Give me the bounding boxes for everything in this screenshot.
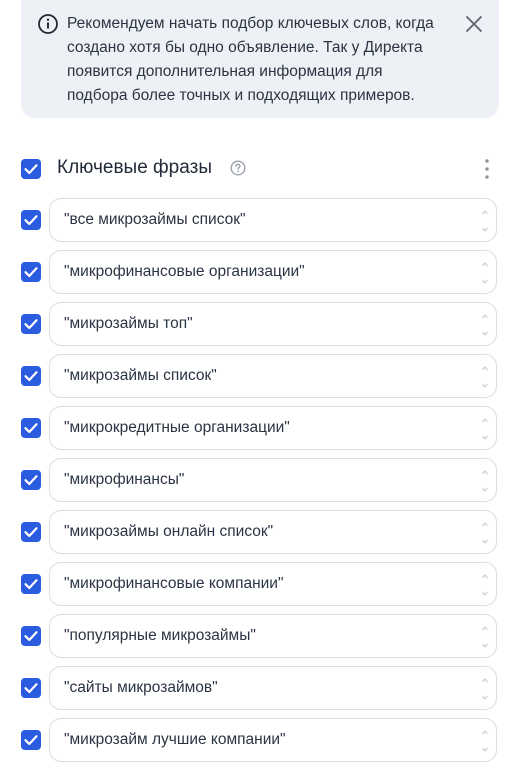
keywords-section-header: Ключевые фразы: [21, 156, 499, 182]
resize-arrows-icon[interactable]: [480, 674, 490, 704]
keyword-checkbox[interactable]: [21, 418, 41, 438]
keyword-input[interactable]: "микрофинансовые организации": [49, 250, 497, 294]
resize-arrows-icon[interactable]: [480, 362, 490, 392]
resize-arrows-icon[interactable]: [480, 622, 490, 652]
keyword-row: "популярные микрозаймы": [21, 614, 499, 660]
keyword-input[interactable]: "микрозаймы онлайн список": [49, 510, 497, 554]
keyword-input[interactable]: "микрозаймы топ": [49, 302, 497, 346]
keyword-input[interactable]: "микрофинансы": [49, 458, 497, 502]
keyword-checkbox[interactable]: [21, 366, 41, 386]
keyword-row: "микрофинансовые компании": [21, 562, 499, 608]
keyword-input[interactable]: "микрозаймы список": [49, 354, 497, 398]
keyword-row: "микрозаймы список": [21, 354, 499, 400]
notice-text: Рекомендуем начать подбор ключевых слов,…: [67, 15, 434, 104]
keyword-row: "микрофинансовые организации": [21, 250, 499, 296]
info-icon: [38, 14, 58, 34]
keyword-row: "микрозаймы онлайн список": [21, 510, 499, 556]
keyword-text: "микрокредитные организации": [64, 419, 290, 436]
resize-arrows-icon[interactable]: [480, 518, 490, 548]
resize-arrows-icon[interactable]: [480, 310, 490, 340]
keyword-checkbox[interactable]: [21, 522, 41, 542]
keyword-text: "микрозаймы топ": [64, 315, 193, 332]
info-notice: Рекомендуем начать подбор ключевых слов,…: [21, 0, 499, 118]
resize-arrows-icon[interactable]: [480, 414, 490, 444]
keyword-row: "микрозайм лучшие компании": [21, 718, 499, 764]
section-checkbox[interactable]: [21, 159, 41, 179]
keyword-input[interactable]: "сайты микрозаймов": [49, 666, 497, 710]
help-icon[interactable]: [230, 160, 246, 176]
resize-arrows-icon[interactable]: [480, 570, 490, 600]
keyword-checkbox[interactable]: [21, 574, 41, 594]
keyword-text: "микрозаймы список": [64, 367, 217, 384]
keyword-text: "микрофинансовые организации": [64, 263, 305, 280]
keyword-text: "сайты микрозаймов": [64, 679, 218, 696]
keyword-text: "все микрозаймы список": [64, 211, 246, 228]
keyword-input[interactable]: "микрофинансовые компании": [49, 562, 497, 606]
close-icon[interactable]: [462, 12, 486, 36]
keyword-text: "микрозаймы онлайн список": [64, 523, 274, 540]
keyword-checkbox[interactable]: [21, 678, 41, 698]
keyword-row: "сайты микрозаймов": [21, 666, 499, 712]
keyword-input[interactable]: "популярные микрозаймы": [49, 614, 497, 658]
resize-arrows-icon[interactable]: [480, 206, 490, 236]
keyword-text: "популярные микрозаймы": [64, 627, 256, 644]
keyword-checkbox[interactable]: [21, 626, 41, 646]
keyword-checkbox[interactable]: [21, 262, 41, 282]
keyword-row: "микрозаймы топ": [21, 302, 499, 348]
resize-arrows-icon[interactable]: [480, 466, 490, 496]
more-vertical-icon[interactable]: [480, 157, 494, 181]
keyword-checkbox[interactable]: [21, 470, 41, 490]
keyword-input[interactable]: "микрозайм лучшие компании": [49, 718, 497, 762]
keyword-text: "микрофинансовые компании": [64, 575, 284, 592]
keyword-input[interactable]: "все микрозаймы список": [49, 198, 497, 242]
keyword-row: "микрофинансы": [21, 458, 499, 504]
section-title: Ключевые фразы: [57, 157, 212, 178]
keyword-checkbox[interactable]: [21, 730, 41, 750]
keyword-row: "все микрозаймы список": [21, 198, 499, 244]
resize-arrows-icon[interactable]: [480, 258, 490, 288]
resize-arrows-icon[interactable]: [480, 726, 490, 756]
keyword-text: "микрофинансы": [64, 471, 185, 488]
keyword-row: "микрокредитные организации": [21, 406, 499, 452]
keyword-checkbox[interactable]: [21, 314, 41, 334]
keyword-checkbox[interactable]: [21, 210, 41, 230]
keyword-input[interactable]: "микрокредитные организации": [49, 406, 497, 450]
keyword-text: "микрозайм лучшие компании": [64, 731, 286, 748]
